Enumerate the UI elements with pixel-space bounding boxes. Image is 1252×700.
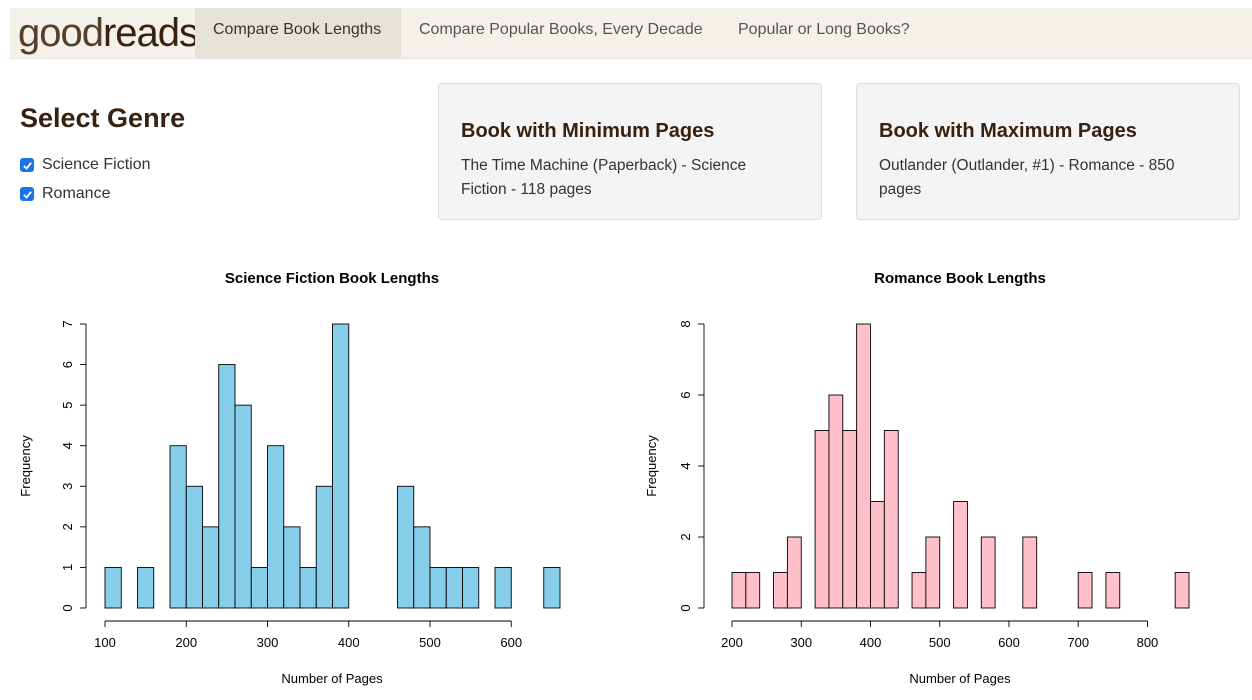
min-pages-card: Book with Minimum Pages The Time Machine… (438, 83, 822, 220)
x-axis-label: Number of Pages (281, 671, 383, 686)
histogram-bar (250, 566, 268, 609)
tab-popular-or-long[interactable]: Popular or Long Books? (720, 8, 928, 58)
x-tick-label: 600 (998, 635, 1020, 650)
histogram-bar (1174, 572, 1190, 609)
x-tick-label: 300 (257, 635, 279, 650)
genre-checkbox-romance[interactable]: Romance (20, 183, 110, 205)
histogram-bar (315, 485, 333, 609)
x-axis-label: Number of Pages (909, 671, 1011, 686)
histogram-bar (234, 404, 252, 609)
histogram-bar (543, 566, 561, 609)
histogram-bar (185, 485, 203, 609)
tab-compare-book-lengths[interactable]: Compare Book Lengths (195, 8, 401, 58)
histogram-bar (856, 323, 871, 609)
y-axis-label: Frequency (644, 435, 659, 497)
tab-label: Popular or Long Books? (738, 21, 910, 38)
histogram-bar (283, 526, 301, 609)
y-tick-label: 5 (60, 402, 75, 409)
max-pages-card: Book with Maximum Pages Outlander (Outla… (856, 83, 1240, 220)
y-tick-label: 6 (60, 361, 75, 368)
genre-checkbox-science-fiction[interactable]: Science Fiction (20, 154, 151, 176)
logo-text-bold: reads (102, 11, 199, 55)
histogram-bar (745, 572, 761, 609)
histogram-bar (462, 566, 480, 609)
checkbox-checked-icon[interactable] (20, 187, 34, 201)
histogram-bar (980, 536, 996, 609)
y-tick-label: 0 (60, 604, 75, 611)
histogram-bar (1022, 536, 1038, 609)
histogram-bar (202, 526, 220, 609)
histogram-bar (883, 430, 899, 609)
y-tick-label: 3 (60, 483, 75, 490)
max-pages-text: Outlander (Outlander, #1) - Romance - 85… (879, 157, 1175, 198)
histogram-bar (445, 566, 463, 609)
histogram-bar (413, 526, 431, 609)
x-tick-label: 200 (175, 635, 197, 650)
histogram-bar (397, 485, 415, 609)
x-tick-label: 100 (94, 635, 116, 650)
x-tick-label: 300 (790, 635, 812, 650)
select-genre-heading: Select Genre (20, 103, 186, 133)
histogram-bar (1105, 572, 1121, 609)
histogram-bar (267, 445, 285, 609)
logo-text-light: good (18, 11, 104, 55)
tab-label: Compare Popular Books, Every Decade (419, 21, 703, 38)
y-tick-label: 1 (60, 564, 75, 571)
genre-label: Romance (42, 185, 111, 202)
x-tick-label: 400 (338, 635, 360, 650)
y-tick-label: 2 (60, 523, 75, 530)
histogram-bar (1077, 572, 1093, 609)
goodreads-logo[interactable]: goodreads (18, 10, 199, 56)
histogram-bar (925, 536, 941, 609)
histogram-bar (429, 566, 447, 609)
y-tick-label: 8 (678, 320, 693, 327)
genre-label: Science Fiction (42, 156, 151, 173)
histogram-bar (842, 430, 858, 609)
min-pages-title: Book with Minimum Pages (461, 120, 715, 142)
histogram-bar (137, 566, 155, 609)
navbar: goodreads Compare Book Lengths Compare P… (10, 8, 1252, 59)
histogram-bar (953, 501, 968, 609)
max-pages-title: Book with Maximum Pages (879, 120, 1137, 142)
x-tick-label: 200 (721, 635, 743, 650)
histogram-bar (494, 566, 512, 609)
histogram-bar (911, 572, 927, 609)
y-tick-label: 4 (678, 462, 693, 469)
histogram-bar (104, 566, 122, 609)
tab-compare-popular-books[interactable]: Compare Popular Books, Every Decade (401, 8, 721, 58)
histogram-bar (332, 323, 350, 609)
y-tick-label: 4 (60, 442, 75, 449)
y-tick-label: 0 (678, 604, 693, 611)
x-tick-label: 600 (500, 635, 522, 650)
y-axis-label: Frequency (18, 435, 33, 497)
histogram-bar (828, 394, 844, 609)
x-tick-label: 400 (860, 635, 882, 650)
min-pages-text: The Time Machine (Paperback) - Science F… (461, 157, 747, 198)
histogram-bar (218, 364, 236, 609)
x-tick-label: 500 (929, 635, 951, 650)
x-tick-label: 800 (1137, 635, 1159, 650)
y-tick-label: 6 (678, 391, 693, 398)
histogram-bar (773, 572, 788, 609)
scifi-histogram: Science Fiction Book Lengths 100 200 300 400… (18, 270, 561, 686)
chart-title: Romance Book Lengths (874, 270, 1046, 287)
checkbox-checked-icon[interactable] (20, 158, 34, 172)
x-tick-label: 700 (1067, 635, 1089, 650)
histogram-bar (814, 430, 830, 609)
histogram-bar (169, 445, 187, 609)
y-tick-label: 2 (678, 533, 693, 540)
x-tick-label: 500 (419, 635, 441, 650)
histogram-bar (786, 536, 802, 609)
y-tick-label: 7 (60, 320, 75, 327)
tab-label: Compare Book Lengths (213, 21, 382, 38)
histogram-bar (299, 566, 317, 609)
histogram-bar (731, 572, 747, 609)
chart-title: Science Fiction Book Lengths (225, 270, 439, 287)
romance-histogram: Romance Book Lengths200 300 400 500 600 700 80… (644, 270, 1190, 686)
histogram-bar (870, 501, 885, 609)
